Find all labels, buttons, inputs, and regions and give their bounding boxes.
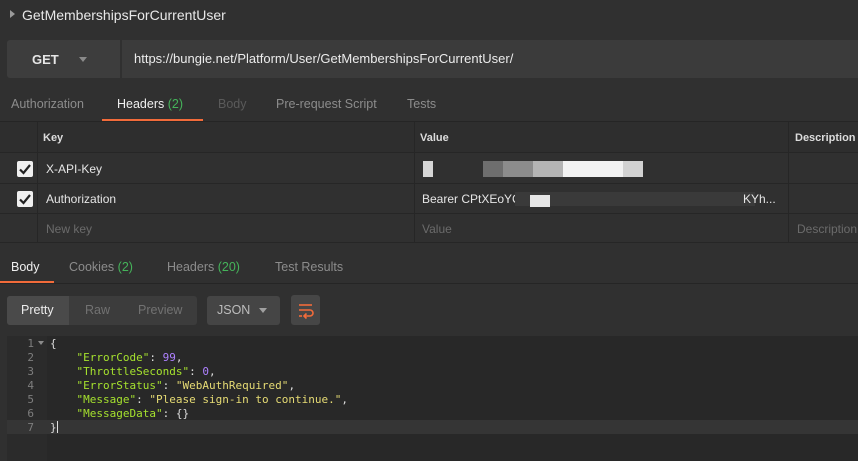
json-comma: , bbox=[288, 379, 296, 392]
code-line: "ErrorStatus": "WebAuthRequired", bbox=[76, 379, 296, 392]
json-comma: , bbox=[175, 351, 183, 364]
redacted-value bbox=[563, 161, 623, 177]
json-key: "Message" bbox=[76, 393, 137, 406]
chevron-down-icon bbox=[79, 57, 87, 62]
fold-arrow-icon[interactable] bbox=[38, 341, 44, 345]
redacted-value bbox=[503, 161, 533, 177]
redacted-value bbox=[533, 161, 563, 177]
checkmark-icon bbox=[19, 164, 31, 175]
table-header-value: Value bbox=[415, 122, 789, 153]
line-number: 5 bbox=[27, 393, 34, 406]
json-key: "ErrorCode" bbox=[76, 351, 150, 364]
table-row bbox=[0, 214, 38, 243]
wrap-lines-button[interactable] bbox=[291, 295, 320, 325]
tab-pre-request-script[interactable]: Pre-request Script bbox=[276, 97, 377, 111]
text-cursor bbox=[57, 421, 58, 433]
new-key-placeholder: New key bbox=[46, 222, 93, 236]
header-key-text: Authorization bbox=[46, 192, 117, 206]
code-line: "MessageData": {} bbox=[76, 407, 190, 420]
url-text: https://bungie.net/Platform/User/GetMemb… bbox=[134, 51, 514, 66]
tab-cookies[interactable]: Cookies (2) bbox=[69, 260, 133, 274]
pretty-label: Pretty bbox=[21, 303, 54, 317]
new-key-input[interactable]: New key bbox=[38, 214, 415, 243]
new-value-input[interactable]: Value bbox=[415, 214, 789, 243]
code-line: "ThrottleSeconds": 0, bbox=[76, 365, 216, 378]
table-header-key: Key bbox=[38, 122, 415, 153]
redacted-value bbox=[423, 161, 433, 177]
header-key-cell[interactable]: X-API-Key bbox=[38, 153, 415, 184]
json-value: 99 bbox=[162, 351, 176, 364]
wrap-lines-icon bbox=[299, 304, 314, 320]
new-description-input[interactable]: Description bbox=[789, 214, 858, 243]
method-label: GET bbox=[32, 52, 59, 67]
tab-cookies-label: Cookies bbox=[69, 260, 115, 274]
line-number: 1 bbox=[27, 337, 34, 350]
table-header-description: Description bbox=[789, 122, 858, 153]
line-number: 2 bbox=[27, 351, 34, 364]
chevron-down-icon bbox=[259, 308, 267, 313]
request-title: GetMembershipsForCurrentUser bbox=[22, 7, 226, 23]
json-key: "ErrorStatus" bbox=[76, 379, 163, 392]
tab-response-body[interactable]: Body bbox=[11, 260, 40, 274]
preview-button[interactable]: Preview bbox=[138, 303, 182, 317]
format-label: JSON bbox=[217, 303, 251, 317]
header-enabled-checkbox[interactable] bbox=[17, 161, 33, 177]
value-column-label: Value bbox=[420, 132, 449, 144]
json-value: "Please sign-in to continue." bbox=[149, 393, 342, 406]
code-line: "ErrorCode": 99, bbox=[76, 351, 183, 364]
tab-body[interactable]: Body bbox=[218, 97, 247, 111]
tab-response-headers[interactable]: Headers (20) bbox=[167, 260, 240, 274]
header-description-cell[interactable] bbox=[789, 184, 858, 214]
tab-tests[interactable]: Tests bbox=[407, 97, 436, 111]
code-line: } bbox=[50, 421, 57, 434]
description-column-label: Description bbox=[795, 132, 856, 144]
redacted-value bbox=[623, 161, 643, 177]
json-value: {} bbox=[175, 407, 190, 420]
new-description-placeholder: Description bbox=[797, 222, 858, 236]
tabs-divider bbox=[0, 283, 858, 284]
line-number: 3 bbox=[27, 365, 34, 378]
code-line: "Message": "Please sign-in to continue."… bbox=[76, 393, 349, 406]
header-value-cell[interactable] bbox=[415, 153, 789, 184]
raw-button[interactable]: Raw bbox=[85, 303, 110, 317]
tab-response-headers-label: Headers bbox=[167, 260, 215, 274]
tab-cookies-count: (2) bbox=[117, 260, 133, 274]
tab-authorization[interactable]: Authorization bbox=[11, 97, 84, 111]
new-value-placeholder: Value bbox=[422, 222, 452, 236]
json-value: 0 bbox=[202, 365, 209, 378]
header-key-text: X-API-Key bbox=[46, 162, 103, 176]
tab-headers-label: Headers bbox=[117, 97, 165, 111]
header-key-cell[interactable]: Authorization bbox=[38, 184, 415, 214]
caret-right-icon[interactable] bbox=[10, 10, 15, 18]
checkmark-icon bbox=[19, 194, 31, 205]
redacted-value bbox=[530, 195, 550, 207]
active-line-highlight bbox=[7, 420, 858, 434]
header-enabled-checkbox[interactable] bbox=[17, 191, 33, 207]
json-key: "ThrottleSeconds" bbox=[76, 365, 190, 378]
line-number: 4 bbox=[27, 379, 34, 392]
header-value-tail: KYh... bbox=[743, 192, 776, 206]
header-value-cell[interactable]: Bearer CPtXEoYC KYh... bbox=[415, 184, 789, 214]
tab-test-results[interactable]: Test Results bbox=[275, 260, 343, 274]
line-number: 7 bbox=[27, 421, 34, 434]
table-header-check bbox=[0, 122, 38, 153]
header-description-cell[interactable] bbox=[789, 153, 858, 184]
code-line: { bbox=[50, 337, 57, 350]
tab-headers[interactable]: Headers (2) bbox=[117, 97, 183, 111]
json-value: "WebAuthRequired" bbox=[175, 379, 289, 392]
redacted-value bbox=[483, 161, 503, 177]
tab-headers-count: (2) bbox=[167, 97, 184, 111]
json-comma: , bbox=[208, 365, 216, 378]
key-column-label: Key bbox=[43, 132, 64, 144]
tab-response-headers-count: (20) bbox=[217, 260, 240, 274]
header-value-text: Bearer CPtXEoYC bbox=[422, 192, 521, 206]
method-select[interactable] bbox=[7, 40, 120, 78]
json-key: "MessageData" bbox=[76, 407, 163, 420]
line-number: 6 bbox=[27, 407, 34, 420]
redacted-value bbox=[515, 192, 755, 206]
json-comma: , bbox=[341, 393, 349, 406]
